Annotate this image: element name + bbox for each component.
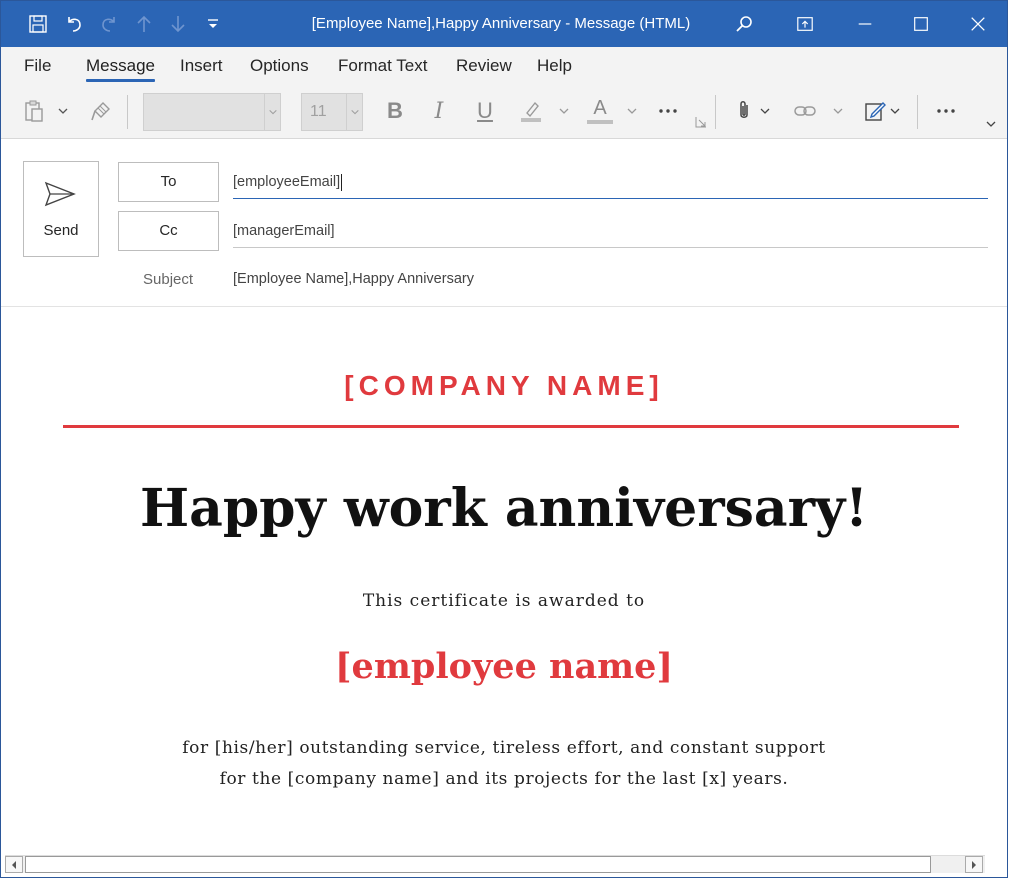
ribbon-divider — [917, 95, 918, 129]
undo-icon[interactable] — [57, 9, 91, 39]
title-bar: [Employee Name],Happy Anniversary - Mess… — [1, 1, 1007, 47]
company-name-heading: [COMPANY NAME] — [344, 370, 664, 401]
ribbon-divider — [715, 95, 716, 129]
to-field[interactable]: [employeeEmail] — [233, 165, 988, 199]
window-title: [Employee Name],Happy Anniversary - Mess… — [311, 15, 691, 32]
customize-icon[interactable] — [196, 9, 230, 39]
font-name-select[interactable] — [143, 93, 281, 131]
chevron-down-icon — [346, 94, 362, 130]
redo-icon[interactable] — [92, 9, 126, 39]
scroll-right-icon[interactable] — [965, 856, 983, 873]
tab-format-text[interactable]: Format Text — [338, 47, 427, 85]
ribbon-toolbar: 11 B I U A — [1, 85, 1007, 139]
tab-review[interactable]: Review — [456, 47, 512, 85]
up-icon[interactable] — [127, 9, 161, 39]
underline-label: U — [477, 98, 493, 123]
cc-button[interactable]: Cc — [118, 211, 219, 251]
format-painter-icon[interactable] — [87, 93, 115, 129]
font-color-chevron-down-icon[interactable] — [625, 93, 639, 129]
paste-icon[interactable] — [19, 93, 49, 129]
tab-message[interactable]: Message — [86, 47, 155, 85]
red-divider — [63, 425, 959, 428]
message-header: Send To [employeeEmail] Cc [managerEmail… — [1, 139, 1007, 307]
italic-label: I — [434, 98, 444, 124]
font-color-swatch — [587, 120, 613, 124]
tab-help[interactable]: Help — [537, 47, 572, 85]
save-icon[interactable] — [21, 9, 55, 39]
signature-chevron-down-icon[interactable] — [888, 93, 902, 129]
underline-button[interactable]: U — [471, 93, 499, 129]
scroll-left-icon[interactable] — [5, 856, 23, 873]
certificate-paragraph: for [his/her] outstanding service, tirel… — [1, 733, 1007, 795]
bold-button[interactable]: B — [381, 93, 409, 129]
menu-tab-bar: File Message Insert Options Format Text … — [1, 47, 1007, 85]
paste-dropdown-chevron-down-icon[interactable] — [55, 93, 71, 129]
restore-ribbon-icon[interactable] — [777, 1, 833, 47]
text-caret — [341, 173, 343, 191]
subject-field[interactable]: [Employee Name],Happy Anniversary — [233, 271, 474, 287]
paragraph-line-1: for [his/her] outstanding service, tirel… — [182, 738, 826, 758]
search-icon[interactable] — [727, 9, 761, 39]
send-label: Send — [43, 222, 79, 239]
message-body[interactable]: [COMPANY NAME] Happy work anniversary! T… — [1, 308, 1007, 855]
highlight-chevron-down-icon[interactable] — [557, 93, 571, 129]
link-icon[interactable] — [789, 93, 821, 129]
cc-field[interactable]: [managerEmail] — [233, 214, 988, 248]
expand-ribbon-chevron-down-icon[interactable] — [983, 115, 999, 133]
highlight-icon[interactable] — [514, 93, 548, 129]
close-icon[interactable] — [950, 1, 1006, 47]
font-color-button[interactable]: A — [583, 93, 617, 129]
subject-label: Subject — [143, 271, 194, 288]
tab-file[interactable]: File — [24, 47, 51, 85]
anniversary-headline: Happy work anniversary! — [140, 478, 868, 539]
employee-name-text: [employee name] — [334, 646, 674, 687]
chevron-down-icon — [264, 94, 280, 130]
attach-chevron-down-icon[interactable] — [758, 93, 772, 129]
dialog-launcher-icon[interactable] — [694, 115, 708, 129]
italic-button[interactable]: I — [425, 93, 453, 129]
attach-file-icon[interactable] — [731, 93, 757, 129]
send-button[interactable]: Send — [23, 161, 99, 257]
tab-options[interactable]: Options — [250, 47, 309, 85]
down-icon[interactable] — [161, 9, 195, 39]
outlook-message-window: [Employee Name],Happy Anniversary - Mess… — [0, 0, 1008, 878]
awarded-text: This certificate is awarded to — [362, 591, 646, 611]
paragraph-line-2: for the [company name] and its projects … — [219, 769, 789, 789]
scrollbar-thumb[interactable] — [25, 856, 931, 873]
send-icon — [44, 181, 76, 207]
more-commands-icon[interactable] — [929, 93, 963, 129]
bold-label: B — [387, 98, 403, 123]
more-options-icon[interactable] — [651, 93, 685, 129]
cc-value: [managerEmail] — [233, 223, 335, 239]
ribbon-divider — [127, 95, 128, 129]
maximize-icon[interactable] — [893, 1, 949, 47]
to-button[interactable]: To — [118, 162, 219, 202]
link-chevron-down-icon[interactable] — [831, 93, 845, 129]
font-size-select[interactable]: 11 — [301, 93, 363, 131]
font-color-label: A — [593, 97, 607, 119]
tab-insert[interactable]: Insert — [180, 47, 223, 85]
minimize-icon[interactable] — [837, 1, 893, 47]
signature-icon[interactable] — [861, 93, 889, 129]
to-value: [employeeEmail] — [233, 174, 341, 190]
font-size-value: 11 — [310, 103, 327, 120]
horizontal-scrollbar[interactable] — [5, 855, 985, 873]
